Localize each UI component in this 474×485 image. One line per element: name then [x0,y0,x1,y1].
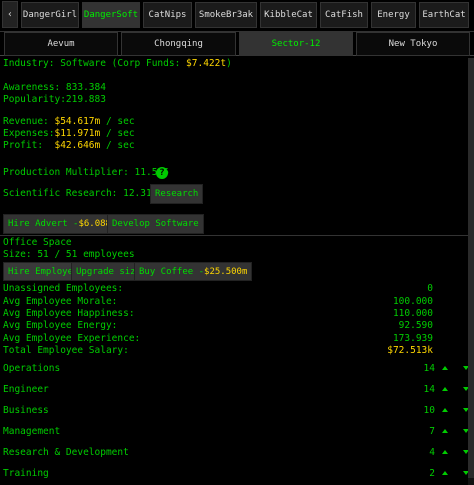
increase-icon[interactable] [442,387,448,391]
stat-salary: Total Employee Salary: $72.513k [3,345,433,357]
buy-coffee-label: Buy Coffee - [139,266,205,277]
increase-icon[interactable] [442,450,448,454]
stat-label: Avg Employee Experience: [3,333,141,344]
office-title: Office Space [3,237,72,248]
increase-icon[interactable] [442,366,448,370]
help-icon[interactable]: ? [156,167,168,179]
profit-line: Profit: $42.646m / sec [3,140,135,152]
revenue-unit: / sec [100,116,135,127]
division-tab-chongqing[interactable]: Chongqing [121,32,236,56]
job-name: Training [3,468,49,479]
division-tab-sector-12[interactable]: Sector-12 [239,32,353,56]
hire-advert-button[interactable]: Hire Advert - $6.088b [3,214,122,234]
hire-advert-label: Hire Advert - [8,219,79,229]
division-tab-bar: Aevum Chongqing Sector-12 New Tokyo [0,31,474,56]
develop-software-button[interactable]: Develop Software [107,214,204,234]
job-row-training: Training 2 [3,467,474,480]
job-count: 4 [429,447,435,458]
industry-line: Industry: Software (Corp Funds: $7.422t) [3,58,232,70]
stat-happiness: Avg Employee Happiness: 110.000 [3,308,433,320]
job-name: Engineer [3,384,49,395]
job-count: 10 [423,405,435,416]
research-button[interactable]: Research [150,184,204,204]
stat-value: 0 [427,283,433,294]
expenses-unit: / sec [100,128,135,139]
stat-value: 92.590 [398,320,433,331]
job-name: Business [3,405,49,416]
job-name: Research & Development [3,447,129,458]
job-row-engineer: Engineer 14 [3,383,474,396]
company-tab-smokebr3ak[interactable]: SmokeBr3ak [195,1,257,28]
job-count: 7 [429,426,435,437]
section-divider [0,235,474,236]
expenses-line: Expenses:$11.971m / sec [3,128,135,140]
buy-coffee-cost: $25.500m [204,266,248,277]
production-multiplier: Production Multiplier: 11.526 [3,167,169,178]
company-tab-dangergirl[interactable]: DangerGirl [21,1,79,28]
scroll-left-icon[interactable]: ‹ [2,1,18,28]
awareness-stat: Awareness: 833.384 [3,82,106,93]
stat-label: Unassigned Employees: [3,283,124,294]
expenses-label: Expenses: [3,128,55,139]
profit-unit: / sec [100,140,135,151]
company-tab-bar: ‹ DangerGirl DangerSoft CatNips SmokeBr3… [0,0,474,29]
expenses-value: $11.971m [54,128,101,139]
company-tab-catfish[interactable]: CatFish [320,1,368,28]
stat-experience: Avg Employee Experience: 173.939 [3,333,433,345]
revenue-label: Revenue: [3,116,55,127]
stat-label: Avg Employee Happiness: [3,308,135,319]
popularity-stat: Popularity:219.883 [3,94,106,105]
stat-value: $72.513k [387,345,433,356]
increase-icon[interactable] [442,408,448,412]
stat-value: 100.000 [392,296,433,307]
company-tab-dangersoft[interactable]: DangerSoft [82,1,140,28]
industry-label: Industry: Software (Corp Funds: [3,58,187,69]
revenue-line: Revenue: $54.617m / sec [3,116,135,128]
job-row-business: Business 10 [3,404,474,417]
job-name: Management [3,426,61,437]
increase-icon[interactable] [442,429,448,433]
job-name: Operations [3,363,61,374]
company-tab-energy[interactable]: Energy [371,1,416,28]
job-count: 14 [423,384,435,395]
job-count: 14 [423,363,435,374]
company-tab-kibblecat[interactable]: KibbleCat [260,1,317,28]
increase-icon[interactable] [442,471,448,475]
stat-value: 110.000 [392,308,433,319]
office-size: Size: 51 / 51 employees [3,249,135,260]
stat-energy: Avg Employee Energy: 92.590 [3,320,433,332]
job-row-operations: Operations 14 [3,362,474,375]
company-tab-earthcat[interactable]: EarthCat [419,1,469,28]
scientific-research: Scientific Research: 12.310k [3,188,164,199]
buy-coffee-button[interactable]: Buy Coffee - $25.500m [134,262,253,281]
stat-unassigned: Unassigned Employees: 0 [3,283,433,295]
job-row-research-development: Research & Development 4 [3,446,474,459]
revenue-value: $54.617m [54,116,101,127]
scrollbar-thumb[interactable] [468,58,474,478]
corp-funds-value: $7.422t [186,58,227,69]
industry-close: ) [226,58,232,69]
job-row-management: Management 7 [3,425,474,438]
stat-label: Avg Employee Morale: [3,296,118,307]
stat-label: Avg Employee Energy: [3,320,118,331]
job-count: 2 [429,468,435,479]
profit-label: Profit: [3,140,55,151]
division-tab-new-tokyo[interactable]: New Tokyo [356,32,470,56]
stat-value: 173.939 [392,333,433,344]
stat-label: Total Employee Salary: [3,345,129,356]
stat-morale: Avg Employee Morale: 100.000 [3,296,433,308]
division-tab-aevum[interactable]: Aevum [4,32,118,56]
profit-value: $42.646m [54,140,101,151]
company-tab-catnips[interactable]: CatNips [143,1,192,28]
scrollbar[interactable] [468,58,474,485]
